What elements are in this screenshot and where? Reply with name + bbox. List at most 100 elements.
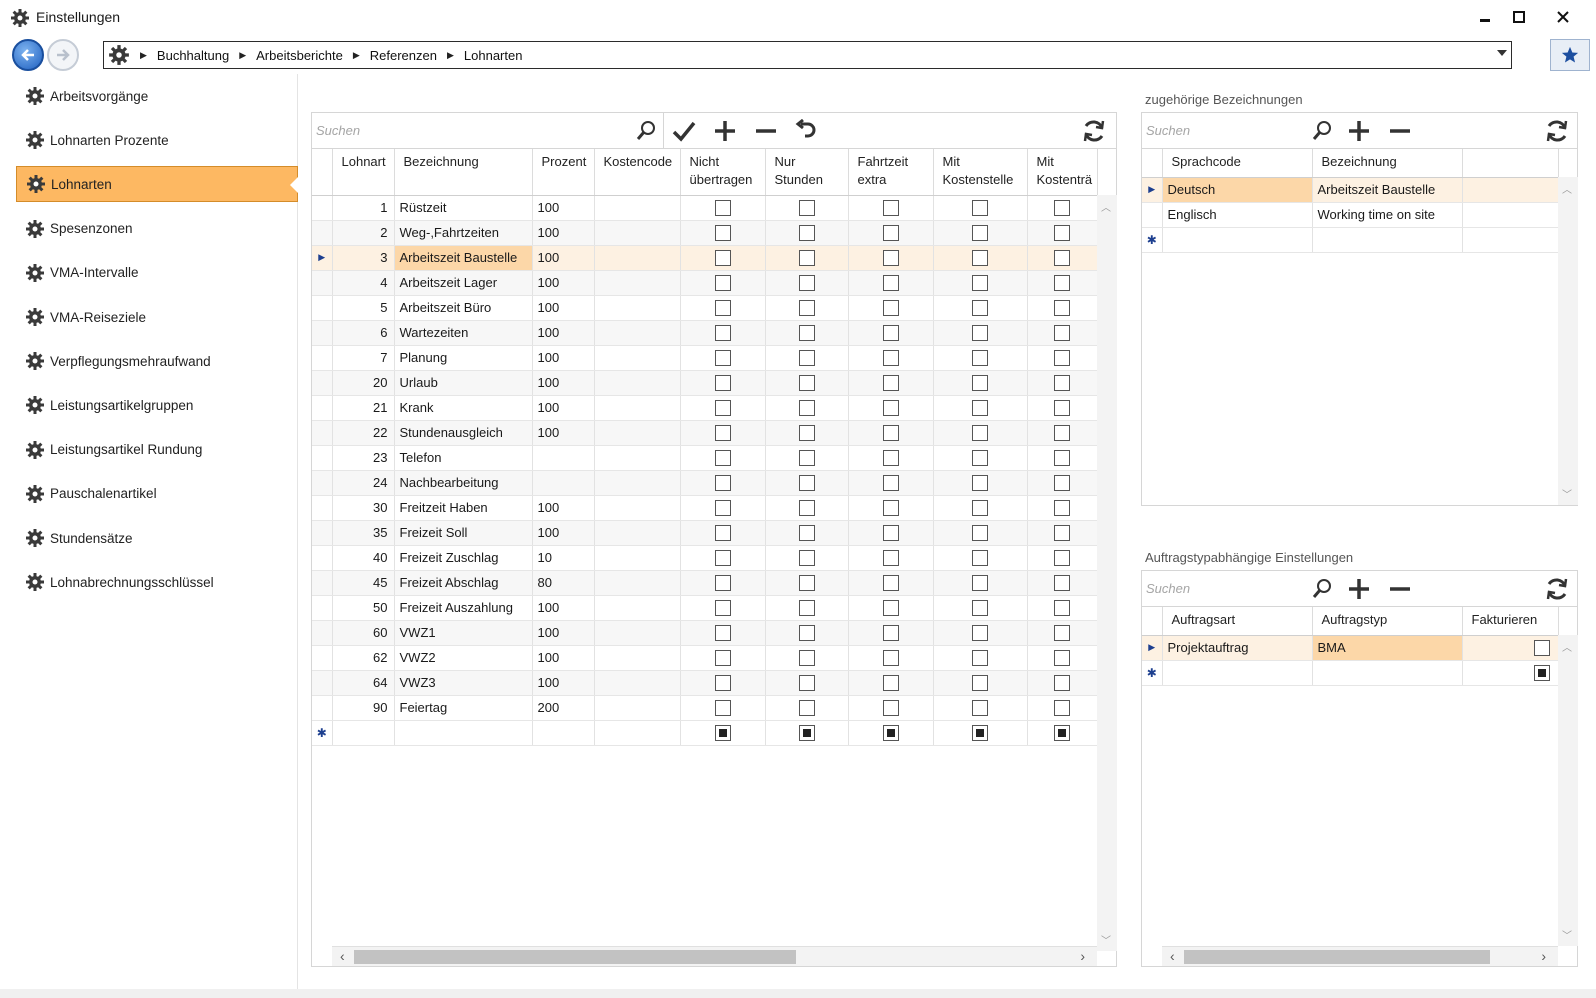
cell-auftragsart[interactable]: Projektauftrag: [1162, 635, 1313, 661]
table-row[interactable]: 64 VWZ3 100: [312, 670, 1098, 696]
cell-lohnart[interactable]: [332, 720, 395, 746]
checkbox[interactable]: [798, 349, 815, 366]
cell-kostencode[interactable]: [594, 720, 681, 746]
cell-checkbox[interactable]: [680, 595, 766, 621]
table-row[interactable]: 35 Freizeit Soll 100: [312, 520, 1098, 546]
table-row[interactable]: ▶ Projektauftrag BMA: [1142, 635, 1559, 661]
cell-lohnart[interactable]: 1: [332, 195, 395, 221]
checkbox[interactable]: [882, 549, 899, 566]
new-row[interactable]: ✱: [312, 720, 1098, 746]
cell-checkbox[interactable]: [765, 245, 849, 271]
checkbox[interactable]: [972, 699, 988, 716]
add-button[interactable]: [1345, 575, 1373, 603]
cell-checkbox[interactable]: [765, 645, 849, 671]
sidebar-item[interactable]: Arbeitsvorgänge: [16, 78, 298, 114]
cell-lohnart[interactable]: 4: [332, 270, 395, 296]
cell-checkbox[interactable]: [933, 720, 1028, 746]
checkbox[interactable]: [714, 399, 731, 416]
refresh-button[interactable]: [1543, 575, 1571, 603]
scroll-left-icon[interactable]: ‹: [1170, 948, 1175, 964]
checkbox[interactable]: [882, 624, 899, 641]
checkbox[interactable]: [714, 649, 731, 666]
cell-kostencode[interactable]: [594, 445, 681, 471]
cell-checkbox[interactable]: [680, 545, 766, 571]
checkbox[interactable]: [882, 724, 899, 741]
cell-checkbox[interactable]: [848, 220, 934, 246]
cell-prozent[interactable]: 100: [532, 670, 595, 696]
cell-checkbox[interactable]: [1027, 420, 1098, 446]
cell-kostencode[interactable]: [594, 370, 681, 396]
horizontal-scrollbar[interactable]: ‹ ›: [332, 946, 1097, 966]
checkbox[interactable]: [882, 449, 899, 466]
row-header[interactable]: [312, 595, 333, 621]
cell-checkbox[interactable]: [680, 220, 766, 246]
horizontal-scrollbar[interactable]: ‹ ›: [1162, 946, 1558, 966]
checkbox[interactable]: [714, 224, 731, 241]
checkbox[interactable]: [882, 599, 899, 616]
cell-checkbox[interactable]: [680, 295, 766, 321]
checkbox[interactable]: [798, 399, 815, 416]
scroll-left-icon[interactable]: ‹: [340, 948, 345, 964]
checkbox[interactable]: [972, 449, 988, 466]
checkbox[interactable]: [714, 474, 731, 491]
cell-kostencode[interactable]: [594, 695, 681, 721]
checkbox[interactable]: [972, 524, 988, 541]
checkbox[interactable]: [798, 699, 815, 716]
refresh-button[interactable]: [1080, 117, 1108, 145]
scroll-down-icon[interactable]: ﹀: [1562, 927, 1572, 942]
checkbox[interactable]: [714, 574, 731, 591]
cell-prozent[interactable]: [532, 445, 595, 471]
table-row[interactable]: 20 Urlaub 100: [312, 370, 1098, 396]
row-header[interactable]: [312, 370, 333, 396]
checkbox[interactable]: [798, 274, 815, 291]
cell-checkbox[interactable]: [1027, 270, 1098, 296]
checkbox[interactable]: [798, 324, 815, 341]
cell-checkbox[interactable]: [933, 370, 1028, 396]
cell-bezeichnung[interactable]: Freizeit Abschlag: [394, 570, 533, 596]
column-header-nicht-uebertragen[interactable]: Nicht übertragen: [680, 149, 766, 196]
cell-checkbox[interactable]: [680, 320, 766, 346]
checkbox[interactable]: [972, 574, 988, 591]
cell-bezeichnung[interactable]: VWZ3: [394, 670, 533, 696]
checkbox[interactable]: [798, 524, 815, 541]
cell-kostencode[interactable]: [594, 345, 681, 371]
cell-checkbox[interactable]: [933, 320, 1028, 346]
cell-bezeichnung[interactable]: VWZ2: [394, 645, 533, 671]
checkbox[interactable]: [882, 199, 899, 216]
cell-checkbox[interactable]: [933, 270, 1028, 296]
cell-checkbox[interactable]: [765, 445, 849, 471]
chevron-right-icon[interactable]: ▶: [140, 50, 147, 61]
chevron-right-icon[interactable]: ▶: [447, 50, 454, 61]
search-box[interactable]: [1142, 113, 1337, 148]
checkbox[interactable]: [972, 374, 988, 391]
cell-fakturieren[interactable]: [1462, 660, 1559, 686]
cell-sprachcode[interactable]: [1162, 227, 1313, 253]
cell-checkbox[interactable]: [765, 570, 849, 596]
cell-checkbox[interactable]: [933, 620, 1028, 646]
checkbox[interactable]: [882, 424, 899, 441]
checkbox[interactable]: [714, 274, 731, 291]
cell-checkbox[interactable]: [1027, 470, 1098, 496]
scroll-right-icon[interactable]: ›: [1080, 948, 1085, 964]
cell-lohnart[interactable]: 50: [332, 595, 395, 621]
cell-checkbox[interactable]: [933, 645, 1028, 671]
sidebar-item[interactable]: VMA-Intervalle: [16, 255, 298, 291]
cell-lohnart[interactable]: 24: [332, 470, 395, 496]
checkbox[interactable]: [882, 274, 899, 291]
cell-checkbox[interactable]: [933, 595, 1028, 621]
row-header[interactable]: [312, 545, 333, 571]
cell-checkbox[interactable]: [1027, 545, 1098, 571]
cell-checkbox[interactable]: [765, 520, 849, 546]
checkbox[interactable]: [972, 399, 988, 416]
table-row[interactable]: 24 Nachbearbeitung: [312, 470, 1098, 496]
vertical-scrollbar[interactable]: ︿ ﹀: [1558, 635, 1578, 946]
cell-bezeichnung[interactable]: Freizeit Soll: [394, 520, 533, 546]
cell-prozent[interactable]: 80: [532, 570, 595, 596]
cell-checkbox[interactable]: [765, 470, 849, 496]
cell-bezeichnung[interactable]: [394, 720, 533, 746]
cell-prozent[interactable]: 100: [532, 420, 595, 446]
checkbox[interactable]: [882, 349, 899, 366]
column-header-kostencode[interactable]: Kostencode: [594, 149, 681, 196]
checkbox[interactable]: [798, 374, 815, 391]
row-header[interactable]: [312, 670, 333, 696]
